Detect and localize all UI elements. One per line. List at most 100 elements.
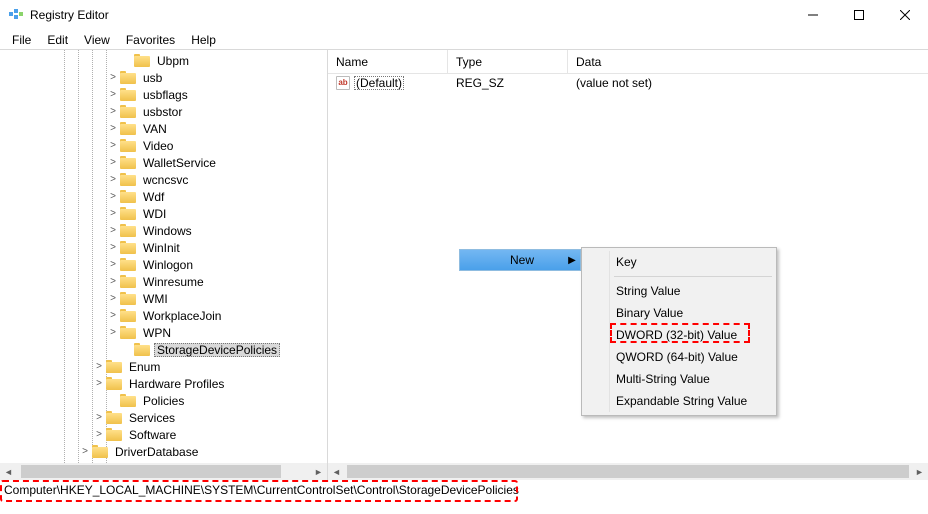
tree-item-label: wcncsvc	[140, 173, 191, 187]
menu-separator	[614, 276, 772, 277]
folder-icon	[120, 88, 136, 101]
expand-toggle-icon[interactable]: >	[106, 226, 120, 236]
close-button[interactable]	[882, 0, 928, 30]
tree-item-label: Services	[126, 411, 178, 425]
expand-toggle-icon[interactable]: >	[78, 447, 92, 457]
menu-item[interactable]: DWORD (32-bit) Value	[584, 324, 774, 346]
menu-item[interactable]: String Value	[584, 280, 774, 302]
context-menu-new[interactable]: Key String ValueBinary ValueDWORD (32-bit…	[581, 247, 777, 416]
tree-item[interactable]: >Software	[0, 426, 327, 443]
menu-favorites[interactable]: Favorites	[118, 31, 183, 49]
column-name[interactable]: Name	[328, 50, 448, 73]
status-bar: Computer\HKEY_LOCAL_MACHINE\SYSTEM\Curre…	[0, 480, 928, 500]
tree-item[interactable]: Ubpm	[0, 52, 327, 69]
tree-item[interactable]: > usbflags	[0, 86, 327, 103]
expand-toggle-icon[interactable]: >	[106, 277, 120, 287]
expand-toggle-icon[interactable]: >	[106, 243, 120, 253]
expand-toggle-icon[interactable]: >	[106, 107, 120, 117]
tree-item[interactable]: > Video	[0, 137, 327, 154]
column-data[interactable]: Data	[568, 50, 928, 73]
scroll-track[interactable]	[17, 463, 310, 480]
tree-item[interactable]: > Services	[0, 409, 327, 426]
tree-item[interactable]: >Hardware Profiles	[0, 375, 327, 392]
expand-toggle-icon[interactable]: >	[106, 294, 120, 304]
tree-item-label: usbflags	[140, 88, 191, 102]
expand-toggle-icon[interactable]: >	[92, 379, 106, 389]
minimize-button[interactable]	[790, 0, 836, 30]
menu-view[interactable]: View	[76, 31, 118, 49]
tree-item[interactable]: >Wdf	[0, 188, 327, 205]
column-type[interactable]: Type	[448, 50, 568, 73]
tree-item[interactable]: >Windows	[0, 222, 327, 239]
value-type: REG_SZ	[448, 76, 568, 90]
folder-icon	[134, 54, 150, 67]
value-name[interactable]: (Default)	[354, 76, 404, 90]
tree-item[interactable]: StorageDevicePolicies	[0, 341, 327, 358]
expand-toggle-icon[interactable]: >	[106, 90, 120, 100]
menu-file[interactable]: File	[4, 31, 39, 49]
list-row[interactable]: ab (Default) REG_SZ (value not set)	[328, 74, 928, 92]
tree-item[interactable]: > WPN	[0, 324, 327, 341]
scroll-left-arrow-icon[interactable]: ◄	[328, 463, 345, 480]
expand-toggle-icon[interactable]: >	[106, 73, 120, 83]
tree-item-label: WPN	[140, 326, 174, 340]
tree-item-label: Video	[140, 139, 176, 153]
tree-item[interactable]: > WinInit	[0, 239, 327, 256]
expand-toggle-icon[interactable]: >	[106, 260, 120, 270]
expand-toggle-icon[interactable]: >	[106, 175, 120, 185]
tree-horizontal-scrollbar[interactable]: ◄ ►	[0, 463, 327, 480]
expand-toggle-icon[interactable]: >	[106, 311, 120, 321]
menu-item[interactable]: Binary Value	[584, 302, 774, 324]
tree-item[interactable]: >usbstor	[0, 103, 327, 120]
tree-item[interactable]: > VAN	[0, 120, 327, 137]
expand-toggle-icon[interactable]: >	[92, 430, 106, 440]
expand-toggle-icon[interactable]: >	[92, 362, 106, 372]
scroll-track[interactable]	[345, 463, 911, 480]
menu-edit[interactable]: Edit	[39, 31, 76, 49]
scroll-right-arrow-icon[interactable]: ►	[911, 463, 928, 480]
tree-item-label: WDI	[140, 207, 169, 221]
list-header[interactable]: Name Type Data	[328, 50, 928, 74]
tree-item-label: WalletService	[140, 156, 219, 170]
expand-toggle-icon[interactable]: >	[106, 141, 120, 151]
tree-item-label: WinInit	[140, 241, 183, 255]
tree-item[interactable]: > WMI	[0, 290, 327, 307]
menu-help[interactable]: Help	[183, 31, 224, 49]
app-icon	[8, 7, 24, 23]
maximize-button[interactable]	[836, 0, 882, 30]
menu-item[interactable]: Key	[584, 251, 774, 273]
scroll-left-arrow-icon[interactable]: ◄	[0, 463, 17, 480]
tree-item[interactable]: > WDI	[0, 205, 327, 222]
tree-item[interactable]: >usb	[0, 69, 327, 86]
scroll-right-arrow-icon[interactable]: ►	[310, 463, 327, 480]
list-horizontal-scrollbar[interactable]: ◄ ►	[328, 463, 928, 480]
tree-pane[interactable]: Ubpm>usb>usbflags>usbstor>VAN>Video>Wall…	[0, 50, 328, 480]
expand-toggle-icon[interactable]: >	[106, 158, 120, 168]
submenu-new[interactable]: New ▶	[459, 249, 581, 271]
tree-item[interactable]: > wcncsvc	[0, 171, 327, 188]
tree-item-label: Enum	[126, 360, 163, 374]
registry-tree[interactable]: Ubpm>usb>usbflags>usbstor>VAN>Video>Wall…	[0, 50, 327, 463]
tree-item[interactable]: >DriverDatabase	[0, 443, 327, 460]
tree-item[interactable]: >WorkplaceJoin	[0, 307, 327, 324]
title-bar: Registry Editor	[0, 0, 928, 30]
expand-toggle-icon[interactable]: >	[106, 192, 120, 202]
expand-toggle-icon[interactable]: >	[106, 328, 120, 338]
menu-item[interactable]: Multi-String Value	[584, 368, 774, 390]
tree-item-label: VAN	[140, 122, 170, 136]
menu-item[interactable]: QWORD (64-bit) Value	[584, 346, 774, 368]
expand-toggle-icon[interactable]: >	[106, 124, 120, 134]
folder-icon	[120, 190, 136, 203]
folder-icon	[120, 309, 136, 322]
tree-item[interactable]: Policies	[0, 392, 327, 409]
menu-item[interactable]: Expandable String Value	[584, 390, 774, 412]
tree-item[interactable]: >Winresume	[0, 273, 327, 290]
tree-item[interactable]: >Winlogon	[0, 256, 327, 273]
tree-item[interactable]: > WalletService	[0, 154, 327, 171]
tree-item-label: WMI	[140, 292, 171, 306]
scroll-thumb[interactable]	[347, 465, 909, 478]
expand-toggle-icon[interactable]: >	[92, 413, 106, 423]
scroll-thumb[interactable]	[21, 465, 281, 478]
expand-toggle-icon[interactable]: >	[106, 209, 120, 219]
tree-item[interactable]: > Enum	[0, 358, 327, 375]
